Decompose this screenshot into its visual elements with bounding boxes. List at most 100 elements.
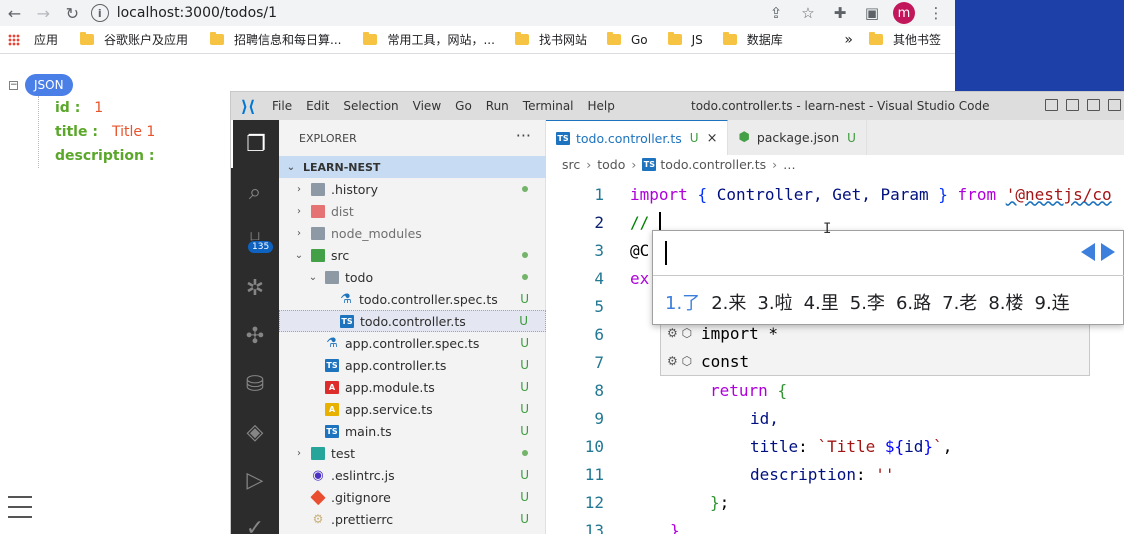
json-badge[interactable]: JSON xyxy=(25,74,73,96)
bookmark-folder[interactable]: JS xyxy=(660,32,711,47)
tree-item[interactable]: TS main.ts U xyxy=(279,420,546,442)
testing-icon[interactable]: ✓ xyxy=(231,504,279,534)
breadcrumb-item[interactable]: src xyxy=(562,157,580,172)
share-icon[interactable]: ⇪ xyxy=(765,2,787,24)
bookmark-folder[interactable]: 谷歌账户及应用 xyxy=(72,31,196,48)
tree-item[interactable]: .gitignore U xyxy=(279,486,546,508)
bookmark-folder[interactable]: 招聘信息和每日算... xyxy=(202,31,349,48)
menu-selection[interactable]: Selection xyxy=(336,99,405,113)
tree-item[interactable]: TS todo.controller.ts U xyxy=(279,310,546,332)
toggle-panel-icon[interactable] xyxy=(1066,99,1079,111)
ime-candidate[interactable]: 5.李 xyxy=(850,289,885,315)
ime-candidates: 1.了 2.来 3.啦 4.里 5.李 6.路 7.老 8.楼 9.连 xyxy=(665,289,1081,315)
ime-candidate[interactable]: 3.啦 xyxy=(757,289,792,315)
search-icon[interactable]: ⌕ xyxy=(231,168,279,216)
tree-item[interactable]: ◉ .eslintrc.js U xyxy=(279,464,546,486)
profile-avatar[interactable]: m xyxy=(893,2,916,24)
code-line: 1 import { Controller, Get, Param } from… xyxy=(546,180,1124,208)
tree-item[interactable]: ⚙ .prettierrc U xyxy=(279,508,546,530)
bookmark-folder[interactable]: 找书网站 xyxy=(507,31,595,48)
ime-prev-page-icon[interactable] xyxy=(1081,243,1095,261)
more-actions-icon[interactable]: ··· xyxy=(516,126,531,145)
code-line: 9 id, xyxy=(546,404,1124,432)
tree-item[interactable]: Aapp.module.ts U xyxy=(279,376,546,398)
chevron-right-icon: › xyxy=(297,183,301,195)
run-icon[interactable]: ▷ xyxy=(231,456,279,504)
extensions-icon[interactable]: ✚ xyxy=(829,2,851,24)
ime-candidate[interactable]: 1.了 xyxy=(665,289,700,315)
ime-candidate[interactable]: 4.里 xyxy=(804,289,839,315)
ime-next-page-icon[interactable] xyxy=(1101,243,1115,261)
menu-view[interactable]: View xyxy=(406,99,448,113)
vscode-titlebar: ⟩⟨ File Edit Selection View Go Run Termi… xyxy=(231,92,1124,120)
line-number: 12 xyxy=(584,492,604,512)
tree-item[interactable]: › node_modules xyxy=(279,222,546,244)
tree-item[interactable]: ⌄ src xyxy=(279,244,546,266)
tree-item[interactable]: Aapp.service.ts U xyxy=(279,398,546,420)
bookmark-folder[interactable]: Go xyxy=(599,32,656,47)
tree-item[interactable]: TS app.controller.ts U xyxy=(279,354,546,376)
menu-file[interactable]: File xyxy=(265,99,299,113)
reload-icon[interactable]: ↻ xyxy=(58,2,87,24)
suggestion-label: const xyxy=(701,351,750,371)
menu-go[interactable]: Go xyxy=(448,99,479,113)
back-icon[interactable]: ← xyxy=(0,2,29,24)
breadcrumb-item[interactable]: todo.controller.ts xyxy=(660,157,766,172)
code-token: from xyxy=(957,184,997,204)
forward-icon[interactable]: → xyxy=(29,2,58,24)
tree-item[interactable]: ⚗ app.controller.spec.ts U xyxy=(279,332,546,354)
menu-terminal[interactable]: Terminal xyxy=(516,99,581,113)
toggle-secondary-sidebar-icon[interactable] xyxy=(1087,99,1100,111)
star-icon[interactable]: ☆ xyxy=(797,2,819,24)
breadcrumb-item[interactable]: todo xyxy=(597,157,625,172)
site-info-icon[interactable]: i xyxy=(90,4,109,22)
other-bookmarks[interactable]: 其他书签 xyxy=(861,31,955,48)
debug-icon[interactable]: ✲ xyxy=(231,264,279,312)
toggle-sidebar-icon[interactable] xyxy=(1045,99,1058,111)
hamburger-menu-icon[interactable] xyxy=(8,496,32,526)
extensions-icon[interactable]: ✣ xyxy=(231,312,279,360)
tree-item[interactable]: › test xyxy=(279,442,546,464)
git-status: U xyxy=(520,358,529,372)
customize-layout-icon[interactable] xyxy=(1108,99,1121,111)
close-icon[interactable]: × xyxy=(707,131,718,146)
ime-candidate[interactable]: 2.来 xyxy=(711,289,746,315)
ime-candidate[interactable]: 9.连 xyxy=(1035,289,1070,315)
address-bar[interactable]: i localhost:3000/todos/1 xyxy=(90,2,765,24)
breadcrumb-item[interactable]: … xyxy=(783,157,796,172)
tab-package-json[interactable]: ⬢ package.json U xyxy=(728,120,867,155)
menu-icon[interactable]: ⋮ xyxy=(925,2,947,24)
collapse-toggle[interactable]: − xyxy=(9,81,18,90)
tree-item[interactable]: › .history xyxy=(279,178,546,200)
code-token: ex xyxy=(630,268,650,288)
source-control-icon[interactable]: ⑂135 xyxy=(231,216,279,264)
bookmark-folder[interactable]: 常用工具，网站，... xyxy=(355,31,502,48)
tree-item-label: todo.controller.ts xyxy=(360,313,466,329)
layers-icon[interactable]: ◈ xyxy=(231,408,279,456)
tree-item[interactable]: ⚗ todo.controller.spec.ts U xyxy=(279,288,546,310)
git-status: U xyxy=(520,380,529,394)
bookmark-apps[interactable]: 应用 xyxy=(0,31,66,48)
tree-item[interactable]: › dist xyxy=(279,200,546,222)
folder-icon xyxy=(606,32,621,45)
workspace-section[interactable]: ⌄ LEARN-NEST xyxy=(279,156,546,178)
ime-candidate[interactable]: 8.楼 xyxy=(988,289,1023,315)
bookmark-folder[interactable]: 数据库 xyxy=(715,31,791,48)
bookmarks-overflow-button[interactable]: » xyxy=(836,32,861,48)
ime-candidate[interactable]: 7.老 xyxy=(942,289,977,315)
suggestion-item[interactable]: ⚙ ⬡ const xyxy=(661,347,1091,375)
side-panel-icon[interactable]: ▣ xyxy=(861,2,883,24)
tab-todo-controller[interactable]: TS todo.controller.ts U × xyxy=(546,120,729,155)
tree-item[interactable]: ⌄ todo xyxy=(279,266,546,288)
ts-file-icon: TS xyxy=(325,424,339,438)
database-icon[interactable]: ⛁ xyxy=(231,360,279,408)
explorer-icon[interactable]: ❐ xyxy=(231,120,279,168)
menu-run[interactable]: Run xyxy=(479,99,516,113)
tree-item-label: src xyxy=(331,247,350,263)
ime-candidate[interactable]: 6.路 xyxy=(896,289,931,315)
menu-help[interactable]: Help xyxy=(581,99,622,113)
tab-label: package.json xyxy=(756,130,840,145)
code-token: id xyxy=(904,436,924,456)
json-key: id : xyxy=(55,100,81,116)
menu-edit[interactable]: Edit xyxy=(299,99,336,113)
